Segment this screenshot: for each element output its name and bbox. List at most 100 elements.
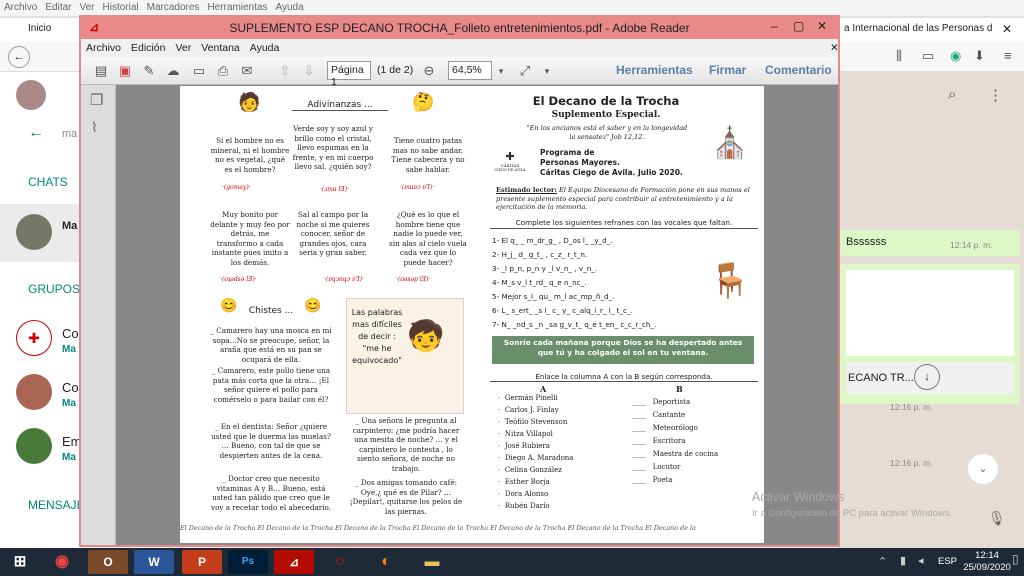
menu-archivo[interactable]: Archivo: [0, 0, 41, 15]
prev-page-icon[interactable]: ⇧: [275, 61, 295, 81]
fit-page-icon[interactable]: ⤢: [515, 61, 535, 81]
zoom-input[interactable]: 64,5%: [448, 61, 492, 80]
menu-ver[interactable]: Ver: [75, 0, 98, 15]
page-input[interactable]: Página 1: [327, 61, 371, 88]
volume-icon[interactable]: ◂: [918, 554, 924, 567]
riddle-3: Tiene cuatro patas mas no sabe andar. Ti…: [391, 136, 465, 174]
notification-icon[interactable]: ▯: [1012, 552, 1019, 566]
system-tray-chevron-icon[interactable]: ⌃: [878, 555, 887, 568]
powerpoint-icon[interactable]: P: [182, 550, 222, 574]
opera-icon[interactable]: ○: [320, 550, 360, 574]
whatsapp-sidebar: ← ma CHATS Ma GRUPOS ✚ Co Ma Co Ma Em Ma…: [0, 72, 85, 548]
menu-ayuda[interactable]: Ayuda: [245, 39, 285, 57]
chevron-down-icon[interactable]: ▾: [491, 61, 511, 81]
program-block: Programa de Personas Mayores. Cáritas Cieg…: [540, 148, 683, 177]
save-icon[interactable]: ▭: [189, 61, 209, 81]
joke-3: _ En el dentista: Señor ¿quiere usted qu…: [211, 422, 331, 460]
menu-editar[interactable]: Editar: [41, 0, 75, 15]
acrobat-icon[interactable]: ⊿: [274, 550, 314, 574]
footer-band: El Decano de la Trocha El Decano de la T…: [180, 524, 696, 532]
edit-icon[interactable]: ✎: [139, 61, 159, 81]
back-arrow-icon[interactable]: ←: [28, 124, 44, 142]
hamburger-menu-icon[interactable]: ≡: [1004, 48, 1012, 63]
back-icon[interactable]: ←: [8, 46, 30, 68]
library-icon[interactable]: ⫼: [896, 48, 902, 64]
smiley-icon: 😊: [220, 298, 238, 314]
close-document-icon[interactable]: ✕: [825, 39, 844, 57]
adobe-icon: ⊿: [89, 20, 100, 34]
comment-button[interactable]: Comentario: [765, 63, 832, 77]
navigation-pane: ❐ ⌇: [81, 85, 116, 545]
minimize-icon[interactable]: –: [771, 19, 778, 33]
photoshop-icon[interactable]: Ps: [228, 550, 268, 574]
smiley-icon: 😊: [304, 298, 322, 314]
mail-icon[interactable]: ✉: [237, 61, 257, 81]
menu-ayuda[interactable]: Ayuda: [271, 0, 307, 15]
menu-herramientas[interactable]: Herramientas: [203, 0, 271, 15]
chrome-icon[interactable]: ◉: [42, 550, 82, 574]
activation-watermark: Activar Windows: [752, 490, 845, 504]
clock[interactable]: 12:14 25/09/2020: [962, 550, 1012, 574]
menu-historial[interactable]: Historial: [99, 0, 143, 15]
next-page-icon[interactable]: ⇩: [299, 61, 319, 81]
folder-icon[interactable]: ▬: [412, 550, 452, 574]
menu-ver[interactable]: Ver: [170, 39, 196, 57]
sidebar-icon[interactable]: ▭: [922, 48, 934, 64]
close-icon[interactable]: ✕: [1002, 22, 1012, 36]
firefox-icon[interactable]: ◐: [366, 550, 406, 574]
match-title: Enlace la columna A con la B según corre…: [490, 372, 758, 382]
joke-2: _ Camarero, este pollo tiene una pata má…: [211, 366, 331, 404]
reader-intro: Estimado lector: El Equipo Diocesano de …: [496, 186, 750, 212]
quote-job: "En los ancianos está el saber y en la l…: [526, 124, 688, 141]
tab-article[interactable]: a Internacional de las Personas d: [836, 18, 1024, 42]
refranes-list: 1- El q_ _ m_dr_g_ , D_os l_ _y_d_. 2- H…: [492, 236, 657, 329]
attachment-icon[interactable]: ⌇: [91, 119, 98, 136]
menu-archivo[interactable]: Archivo: [81, 39, 126, 57]
tools-button[interactable]: Herramientas: [616, 63, 693, 77]
download-icon[interactable]: ⬇: [974, 48, 985, 64]
extension-icon[interactable]: ◉: [950, 48, 961, 64]
outlook-icon[interactable]: O: [88, 550, 128, 574]
scroll-down-icon[interactable]: ⌄: [968, 454, 998, 484]
more-icon[interactable]: ⋮: [988, 86, 1003, 104]
column-a: - Germán Pinelli - Carlos J. Finlay - Te…: [498, 394, 574, 510]
section-messages: MENSAJE: [28, 498, 85, 512]
search-icon[interactable]: ⌕: [948, 86, 956, 103]
windows-start-icon[interactable]: ⊞: [0, 550, 40, 574]
message-bubble: Bssssss 12:14 p. m.: [840, 230, 1020, 256]
cartoon-thinker-icon: 🤔: [412, 92, 435, 113]
whatsapp-chat-panel: ⌕ ⋮ Bssssss 12:14 p. m. ECANO TR... ↓ 12…: [838, 72, 1024, 548]
language-indicator[interactable]: ESP: [938, 556, 957, 567]
cartoon-man-icon: 🧑: [238, 92, 261, 113]
riddle-1: Si el hombre no es mineral, ni el hombre…: [210, 136, 290, 174]
sad-boy-illustration: 🪑: [708, 261, 752, 301]
menu-marcadores[interactable]: Marcadores: [143, 0, 204, 15]
word-icon[interactable]: W: [134, 550, 174, 574]
sign-button[interactable]: Firmar: [709, 63, 746, 77]
pdf-file-message[interactable]: ECANO TR... ↓: [840, 264, 1020, 404]
network-icon[interactable]: ▮: [900, 554, 906, 567]
avatar[interactable]: [16, 80, 46, 110]
avatar: [16, 428, 52, 464]
microphone-icon[interactable]: 🎙: [988, 510, 1006, 527]
riddle-6: ¿Qué es lo que el hombre tiene que nadie…: [389, 210, 467, 267]
download-icon[interactable]: ↓: [914, 364, 940, 390]
joke-4: _ Doctor creo que necesito vitaminas A y…: [211, 474, 331, 512]
maximize-icon[interactable]: ▢: [793, 19, 804, 33]
create-pdf-icon[interactable]: ▤: [91, 61, 111, 81]
caritas-icon: ✚: [16, 320, 52, 356]
menu-ventana[interactable]: Ventana: [196, 39, 245, 57]
print-icon[interactable]: ⎙: [213, 61, 233, 81]
menu-edicion[interactable]: Edición: [126, 39, 170, 57]
chevron-down-icon[interactable]: ▾: [537, 61, 557, 81]
pages-icon[interactable]: ❐: [90, 91, 103, 109]
tab-inicio[interactable]: Inicio: [0, 18, 80, 42]
refranes-title: Complete los siguientes refranes con las…: [490, 218, 758, 229]
convert-icon[interactable]: ▣: [115, 61, 135, 81]
crying-child-icon: 🧒: [407, 319, 445, 354]
close-icon[interactable]: ✕: [817, 19, 827, 33]
joke-5: _ Una señora le pregunta al carpintero: …: [352, 416, 460, 473]
upload-cloud-icon[interactable]: ☁: [163, 61, 183, 81]
zoom-out-icon[interactable]: ⊖: [419, 61, 439, 81]
riddle-5: Sal al campo por la noche si me quieres …: [296, 210, 370, 257]
